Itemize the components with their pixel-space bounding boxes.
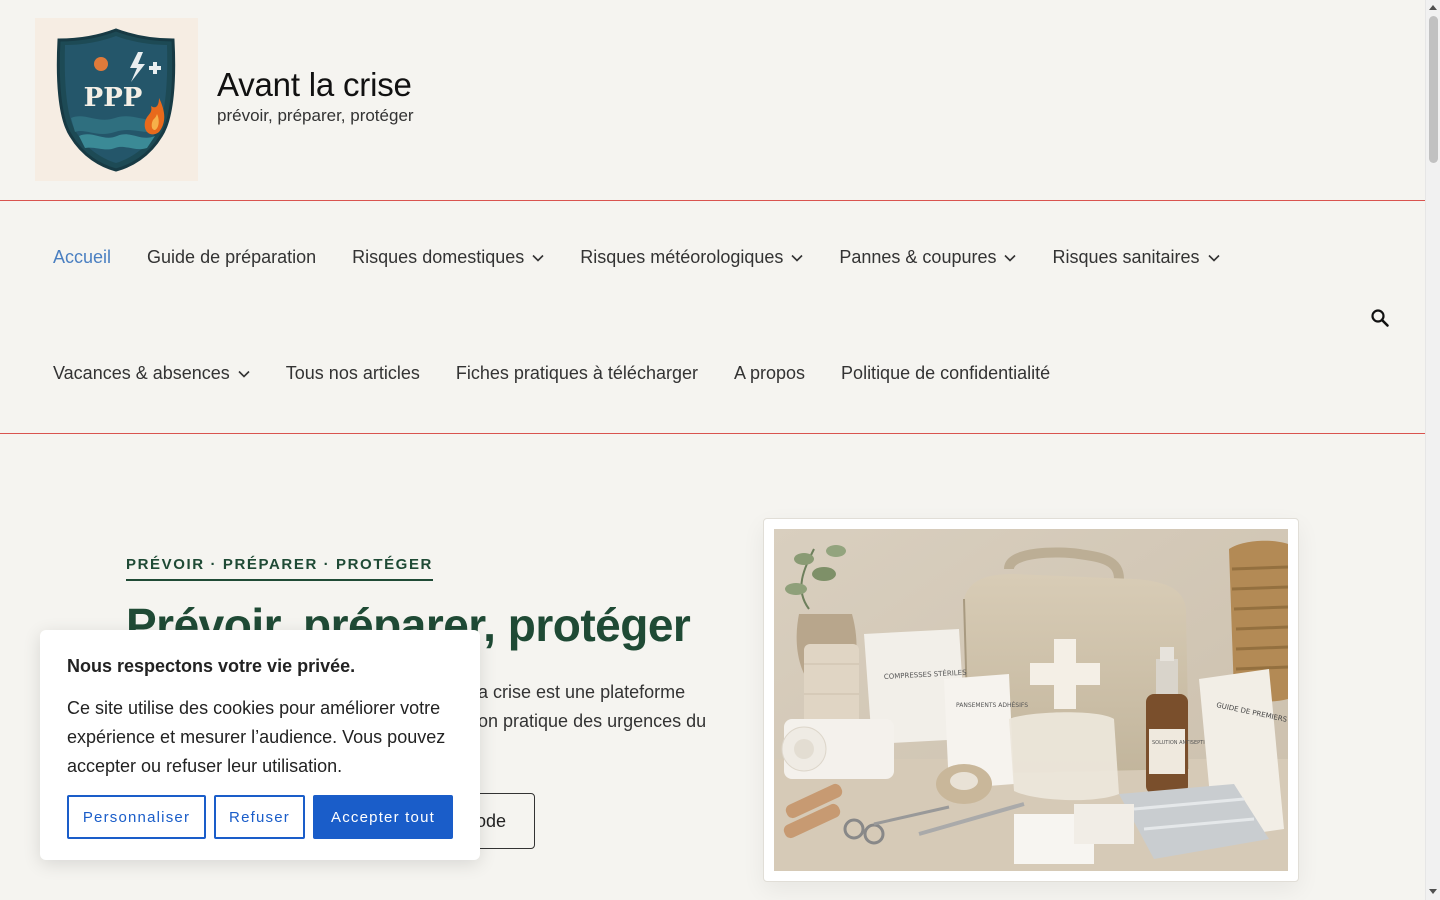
nav-item-label: Guide de préparation bbox=[147, 247, 317, 267]
nav-item-label: Risques domestiques bbox=[352, 247, 525, 267]
hero-cta-label: ode bbox=[475, 810, 506, 831]
search-icon[interactable] bbox=[1370, 308, 1390, 328]
nav-item-label: Vacances & absences bbox=[53, 363, 230, 383]
chevron-down-icon bbox=[532, 254, 544, 262]
nav-item-risques-domestiques[interactable]: Risques domestiques bbox=[352, 247, 544, 268]
scroll-down-arrow-icon[interactable] bbox=[1429, 889, 1437, 894]
nav-item-vacances-absences[interactable]: Vacances & absences bbox=[53, 363, 250, 384]
nav-item-label: Tous nos articles bbox=[285, 363, 420, 383]
logo-text: PPP bbox=[84, 83, 143, 113]
nav-item-guide-de-preparation[interactable]: Guide de préparation bbox=[147, 247, 316, 268]
nav-row-2: Vacances & absences Tous nos articles Fich… bbox=[53, 363, 1050, 384]
chevron-down-icon bbox=[238, 370, 250, 378]
hero-image-card: COMPRESSES STÉRILES PANSEMENTS ADHÉSIFS … bbox=[763, 518, 1299, 882]
nav-item-politique-de-confidentialite[interactable]: Politique de confidentialité bbox=[841, 363, 1050, 384]
nav-row-1: Accueil Guide de préparation Risques domes… bbox=[53, 247, 1220, 268]
nav-item-risques-sanitaires[interactable]: Risques sanitaires bbox=[1052, 247, 1220, 268]
nav-item-label: Pannes & coupures bbox=[839, 247, 997, 267]
scrollbar-thumb[interactable] bbox=[1429, 16, 1438, 163]
site-header: PPP Avant la crise prévoir, préparer, pr… bbox=[0, 0, 1425, 201]
nav-item-label: Risques météorologiques bbox=[580, 247, 784, 267]
chevron-down-icon bbox=[1004, 254, 1017, 262]
site-tagline: prévoir, préparer, protéger bbox=[217, 106, 414, 125]
cookie-title: Nous respectons votre vie privée. bbox=[67, 656, 356, 676]
site-title[interactable]: Avant la crise bbox=[217, 66, 412, 104]
first-aid-kit-image: COMPRESSES STÉRILES PANSEMENTS ADHÉSIFS … bbox=[774, 529, 1288, 871]
nav-item-fiches-pratiques-a-telecharger[interactable]: Fiches pratiques à télécharger bbox=[456, 363, 698, 384]
shield-logo-icon: PPP bbox=[56, 28, 176, 172]
nav-item-label: A propos bbox=[733, 363, 806, 383]
nav-item-label: Risques sanitaires bbox=[1052, 247, 1200, 267]
nav-item-a-propos[interactable]: A propos bbox=[734, 363, 805, 384]
cookie-text: Ce site utilise des cookies pour amélior… bbox=[67, 698, 446, 776]
nav-item-accueil[interactable]: Accueil bbox=[53, 247, 111, 268]
nav-item-label: Politique de confidentialité bbox=[841, 363, 1051, 383]
hero-kicker: PRÉVOIR · PRÉPARER · PROTÉGER bbox=[126, 556, 433, 581]
nav-item-risques-meteorologiques[interactable]: Risques météorologiques bbox=[580, 247, 803, 268]
cookie-consent-banner: Nous respectons votre vie privée. Ce sit… bbox=[40, 630, 480, 860]
site-logo[interactable]: PPP bbox=[35, 18, 198, 181]
chevron-down-icon bbox=[791, 254, 803, 262]
customize-button[interactable]: Personnaliser bbox=[67, 795, 206, 839]
scroll-up-arrow-icon[interactable] bbox=[1429, 5, 1437, 10]
refuse-button[interactable]: Refuser bbox=[214, 795, 305, 839]
main-navigation: Accueil Guide de préparation Risques domes… bbox=[0, 201, 1425, 434]
nav-item-pannes-coupures[interactable]: Pannes & coupures bbox=[839, 247, 1017, 268]
chevron-down-icon bbox=[1207, 254, 1220, 262]
nav-item-label: Accueil bbox=[53, 247, 112, 267]
pansements-label: PANSEMENTS ADHÉSIFS bbox=[956, 701, 1028, 709]
page-scrollbar[interactable] bbox=[1425, 0, 1440, 900]
nav-item-label: Fiches pratiques à télécharger bbox=[455, 363, 698, 383]
accept-all-button[interactable]: Accepter tout bbox=[313, 795, 453, 839]
nav-item-tous-nos-articles[interactable]: Tous nos articles bbox=[286, 363, 420, 384]
